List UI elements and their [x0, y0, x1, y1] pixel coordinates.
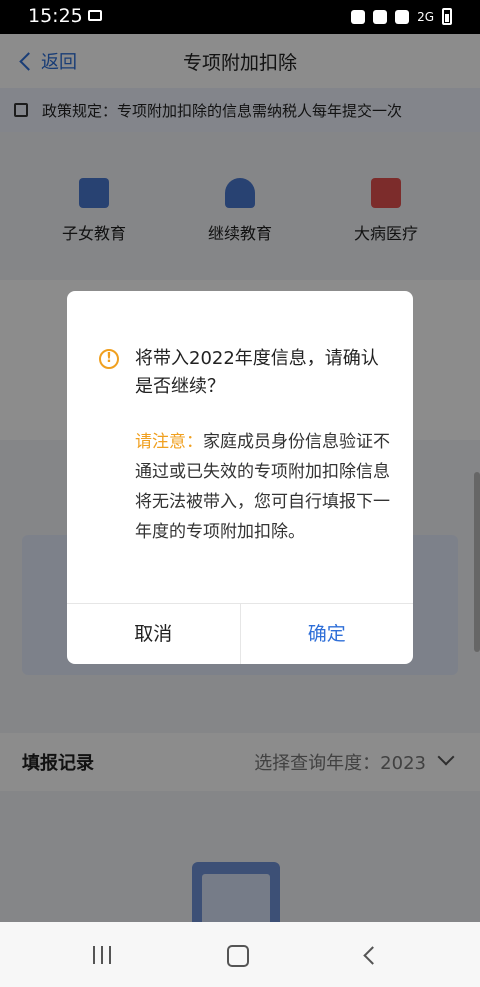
warning-icon: !	[99, 349, 119, 369]
network-type: 2G	[417, 9, 434, 24]
cancel-button[interactable]: 取消	[67, 604, 241, 664]
note-highlight: 请注意：	[135, 432, 203, 452]
system-nav-bar	[0, 922, 480, 987]
alarm-icon	[351, 9, 366, 24]
status-icons: 2G	[351, 8, 452, 25]
status-time: 15:25	[28, 5, 83, 27]
wifi-icon	[395, 9, 410, 24]
dialog-message: 将带入2022年度信息，请确认是否继续？	[135, 348, 379, 397]
battery-icon	[442, 8, 452, 25]
dialog-note: 请注意：家庭成员身份信息验证不通过或已失效的专项附加扣除信息将无法被带入，您可自…	[135, 427, 395, 547]
status-bar: 15:25 2G	[0, 0, 480, 34]
image-icon	[88, 10, 102, 21]
mute-icon	[373, 9, 388, 24]
dialog-buttons: 取消 确定	[67, 603, 413, 664]
confirm-dialog: ! 将带入2022年度信息，请确认是否继续？ 请注意：家庭成员身份信息验证不通过…	[67, 291, 413, 664]
recent-apps-button[interactable]	[93, 946, 111, 964]
home-button[interactable]	[227, 945, 249, 967]
confirm-button[interactable]: 确定	[241, 604, 414, 664]
nav-back-button[interactable]	[363, 946, 382, 965]
